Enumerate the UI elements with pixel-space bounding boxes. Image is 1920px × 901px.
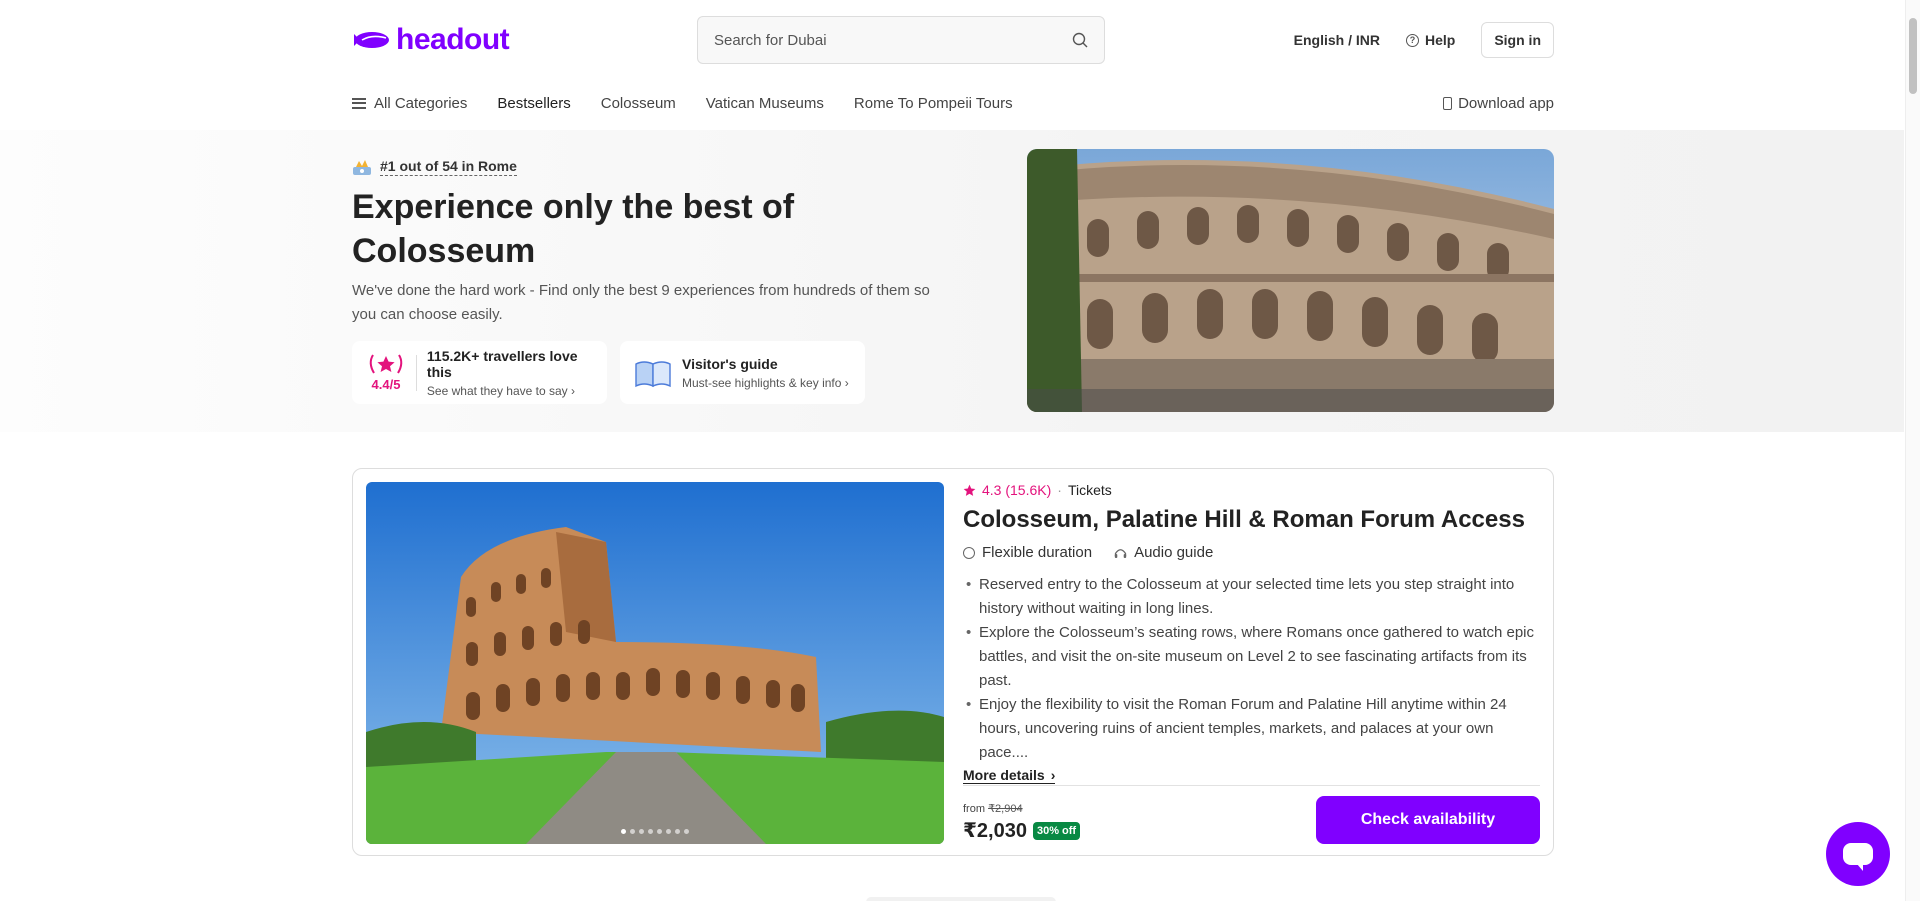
- sign-in-button[interactable]: Sign in: [1481, 22, 1554, 58]
- list-item: Enjoy the flexibility to visit the Roman…: [963, 693, 1543, 765]
- divider: [416, 354, 417, 391]
- search-icon[interactable]: [1072, 32, 1088, 48]
- language-currency-selector[interactable]: English / INR: [1294, 32, 1380, 48]
- trophy-icon: [353, 160, 371, 175]
- colosseum-hero-image: [1027, 149, 1554, 412]
- help-link[interactable]: ? Help: [1405, 32, 1456, 48]
- feature-audio: Audio guide: [1114, 544, 1213, 561]
- help-label: Help: [1424, 32, 1456, 48]
- product-meta: 4.3 (15.6K) · Tickets: [963, 482, 1543, 498]
- list-item: Reserved entry to the Colosseum at your …: [963, 573, 1543, 621]
- visitors-guide-label: Visitor's guide: [682, 355, 778, 372]
- all-categories-label: All Categories: [374, 94, 468, 112]
- nav-item-vatican-museums[interactable]: Vatican Museums: [706, 95, 824, 112]
- nav-item-colosseum[interactable]: Colosseum: [601, 95, 676, 112]
- from-label: from: [963, 803, 985, 815]
- headphones-icon: [1114, 548, 1127, 558]
- carousel-dot[interactable]: [657, 829, 662, 834]
- product-image-carousel[interactable]: [366, 482, 944, 844]
- phone-icon: [1443, 96, 1453, 110]
- search-placeholder: Search for Dubai: [714, 31, 827, 49]
- carousel-dot[interactable]: [630, 829, 635, 834]
- from-price: from ₹2,904: [963, 802, 1023, 815]
- hero-section: [0, 130, 1904, 432]
- site-header: headout Search for Dubai English / INR ?…: [352, 16, 1554, 64]
- discount-badge: 30% off: [1032, 821, 1081, 840]
- rank-text: #1 out of 54 in Rome: [380, 158, 517, 176]
- meta-separator: ·: [1057, 482, 1062, 498]
- laurel-star-icon: [369, 354, 403, 374]
- see-reviews-link[interactable]: See what they have to say ›: [427, 384, 593, 398]
- nav-item-bestsellers[interactable]: Bestsellers: [497, 95, 570, 112]
- chat-bubble-icon: [1843, 843, 1873, 871]
- reviews-card[interactable]: 4.4/5 115.2K+ travellers love this See w…: [352, 341, 607, 404]
- carousel-dot[interactable]: [639, 829, 644, 834]
- more-details-label: More details: [963, 767, 1045, 783]
- carousel-dot[interactable]: [648, 829, 653, 834]
- download-app-label: Download app: [1458, 94, 1554, 112]
- feature-duration: Flexible duration: [963, 544, 1092, 561]
- chevron-right-icon: ›: [1050, 767, 1056, 783]
- help-icon: ?: [1405, 33, 1419, 47]
- divider: [963, 785, 1540, 786]
- highlights-list: Reserved entry to the Colosseum at your …: [963, 573, 1543, 765]
- check-availability-button[interactable]: Check availability: [1316, 796, 1540, 844]
- rating-value: 4.4/5: [371, 377, 401, 392]
- chat-button[interactable]: [1826, 822, 1890, 886]
- product-rating: 4.3: [982, 482, 1002, 498]
- nav-item-rome-to-pompeii[interactable]: Rome To Pompeii Tours: [854, 95, 1013, 112]
- product-info: 4.3 (15.6K) · Tickets Colosseum, Palatin…: [963, 482, 1543, 785]
- blimp-logo-icon: [354, 32, 389, 48]
- download-app-link[interactable]: Download app: [1443, 95, 1554, 112]
- visitors-guide-card[interactable]: Visitor's guide Must-see highlights & ke…: [620, 341, 865, 404]
- carousel-dot[interactable]: [666, 829, 671, 834]
- hero-subtitle: We've done the hard work - Find only the…: [352, 282, 930, 323]
- audio-label: Audio guide: [1134, 544, 1214, 561]
- chevron-right-icon: ›: [844, 375, 849, 390]
- next-section-peek: [866, 897, 1056, 901]
- carousel-dot[interactable]: [621, 829, 626, 834]
- list-item: Explore the Colosseum’s seating rows, wh…: [963, 621, 1543, 693]
- logo-text: headout: [396, 23, 510, 56]
- carousel-dot[interactable]: [675, 829, 680, 834]
- page-scrollbar[interactable]: [1905, 0, 1920, 901]
- visitors-guide-sub-label: Must-see highlights & key info: [682, 375, 842, 390]
- product-card[interactable]: 4.3 (15.6K) · Tickets Colosseum, Palatin…: [352, 468, 1554, 856]
- more-details-link[interactable]: More details ›: [963, 767, 1056, 784]
- visitors-guide-sub: Must-see highlights & key info ›: [682, 376, 849, 390]
- current-price: ₹2,030: [963, 820, 1027, 842]
- star-icon: [963, 484, 976, 496]
- scrollbar-thumb[interactable]: [1909, 18, 1917, 94]
- product-features: Flexible duration Audio guide: [963, 544, 1543, 561]
- open-book-icon: [635, 360, 671, 387]
- clock-icon: [963, 546, 975, 559]
- carousel-dots[interactable]: [621, 829, 689, 834]
- original-price: ₹2,904: [988, 803, 1023, 815]
- rating-badge: 4.4/5: [366, 353, 406, 392]
- page-title: Experience only the best of Colosseum: [352, 188, 795, 270]
- chevron-right-icon: ›: [571, 383, 576, 398]
- headout-logo[interactable]: headout: [352, 23, 510, 57]
- product-title[interactable]: Colosseum, Palatine Hill & Roman Forum A…: [963, 506, 1543, 534]
- search-input[interactable]: Search for Dubai: [697, 16, 1105, 64]
- travellers-love-label: 115.2K+ travellers love this: [426, 347, 578, 380]
- product-category: Tickets: [1067, 482, 1112, 498]
- carousel-dot[interactable]: [684, 829, 689, 834]
- all-categories-menu[interactable]: All Categories: [352, 95, 467, 112]
- rank-badge[interactable]: #1 out of 54 in Rome: [352, 158, 517, 176]
- hamburger-icon: [352, 97, 366, 109]
- category-nav: All Categories Bestsellers Colosseum Vat…: [352, 92, 1554, 114]
- see-reviews-label: See what they have to say: [426, 383, 568, 398]
- product-review-count[interactable]: (15.6K): [1005, 482, 1051, 498]
- price-block: ₹2,030 30% off: [963, 818, 1081, 843]
- duration-label: Flexible duration: [982, 544, 1093, 561]
